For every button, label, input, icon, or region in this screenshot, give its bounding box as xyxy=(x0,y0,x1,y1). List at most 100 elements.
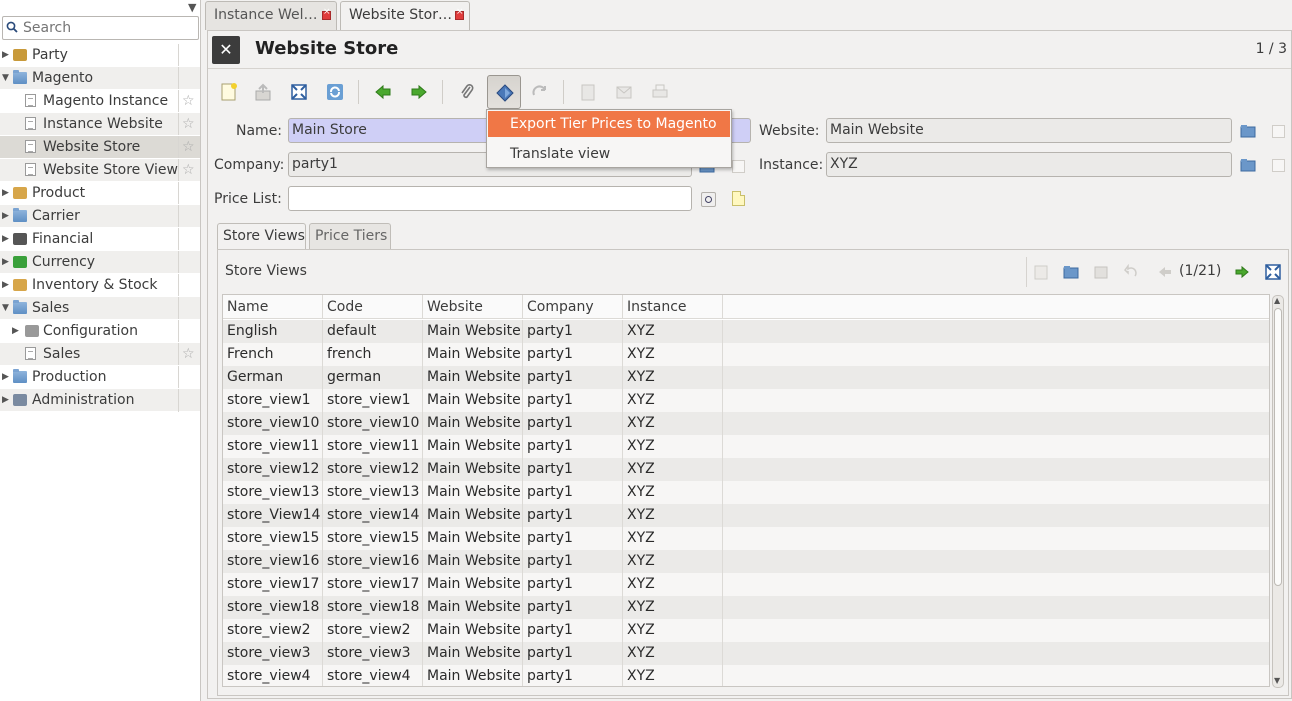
collapse-arrow-icon[interactable]: ▼ xyxy=(2,67,9,90)
search-icon[interactable] xyxy=(701,192,716,207)
attachment-button[interactable] xyxy=(450,75,484,109)
column-header-instance[interactable]: Instance xyxy=(623,295,723,319)
undo-icon[interactable] xyxy=(1123,264,1139,280)
previous-button[interactable] xyxy=(366,75,400,109)
open-folder-icon[interactable] xyxy=(1240,124,1256,138)
scrollbar-thumb[interactable] xyxy=(1274,308,1282,586)
table-row[interactable]: French french Main Website party1 XYZ xyxy=(223,343,1269,366)
translate-checkbox[interactable] xyxy=(1272,159,1285,172)
expand-arrow-icon[interactable]: ▶ xyxy=(12,320,19,343)
sidebar-item[interactable]: ▶ Product xyxy=(0,181,200,205)
table-row[interactable]: store_view4 store_view4 Main Website party1… xyxy=(223,665,1269,686)
scroll-up-icon[interactable]: ▲ xyxy=(1274,296,1280,305)
translate-checkbox[interactable] xyxy=(732,160,745,173)
open-folder-icon[interactable] xyxy=(1063,264,1079,280)
sidebar-item[interactable]: ▶ Financial xyxy=(0,227,200,251)
favorite-star-icon[interactable]: ☆ xyxy=(182,90,195,113)
price-list-field[interactable] xyxy=(288,186,692,211)
column-header-code[interactable]: Code xyxy=(323,295,423,319)
table-row[interactable]: store_view3 store_view3 Main Website party1… xyxy=(223,642,1269,665)
reload-button[interactable] xyxy=(318,75,352,109)
table-row[interactable]: German german Main Website party1 XYZ xyxy=(223,366,1269,389)
relate-button[interactable] xyxy=(523,75,557,109)
menu-item-export-tier-prices[interactable]: Export Tier Prices to Magento xyxy=(488,111,730,137)
sidebar-item[interactable]: Sales ☆ xyxy=(0,342,200,366)
cell-code: store_view11 xyxy=(323,435,423,458)
close-icon[interactable] xyxy=(322,7,331,20)
sidebar-item[interactable]: ▼ Sales xyxy=(0,296,200,320)
tab-price-tiers[interactable]: Price Tiers xyxy=(309,223,391,249)
expand-arrow-icon[interactable]: ▶ xyxy=(2,389,9,412)
arrow-left-icon[interactable] xyxy=(1157,264,1173,280)
sidebar-item[interactable]: ▶ Inventory & Stock xyxy=(0,273,200,297)
print-button[interactable] xyxy=(643,75,677,109)
close-icon[interactable] xyxy=(455,7,464,20)
switch-view-button[interactable] xyxy=(282,75,316,109)
table-row[interactable]: store_view10 store_view10 Main Website part… xyxy=(223,412,1269,435)
expand-arrow-icon[interactable]: ▶ xyxy=(2,274,9,297)
new-button[interactable] xyxy=(212,75,246,109)
instance-field[interactable]: XYZ xyxy=(826,152,1232,177)
column-header-name[interactable]: Name xyxy=(223,295,323,319)
table-row[interactable]: store_view11 store_view11 Main Website part… xyxy=(223,435,1269,458)
sidebar-item[interactable]: Website Store ☆ xyxy=(0,135,200,159)
cell-name: store_view18 xyxy=(223,596,323,619)
sidebar-item[interactable]: ▼ Magento xyxy=(0,66,200,90)
new-record-icon[interactable] xyxy=(1033,264,1049,280)
table-row[interactable]: store_view1 store_view1 Main Website party1… xyxy=(223,389,1269,412)
sidebar-item[interactable]: ▶ Party xyxy=(0,43,200,67)
favorite-star-icon[interactable]: ☆ xyxy=(182,159,195,182)
action-button[interactable] xyxy=(487,75,521,109)
sidebar-item[interactable]: ▶ Production xyxy=(0,365,200,389)
switch-view-icon[interactable] xyxy=(1265,264,1281,280)
tab-instance-website[interactable]: Instance Wel… xyxy=(205,1,337,30)
expand-arrow-icon[interactable]: ▶ xyxy=(2,205,9,228)
calculator-icon xyxy=(13,233,27,245)
expand-arrow-icon[interactable]: ▶ xyxy=(2,366,9,389)
save-button[interactable] xyxy=(246,75,280,109)
report-button[interactable] xyxy=(571,75,605,109)
column-header-company[interactable]: Company xyxy=(523,295,623,319)
sidebar-item[interactable]: ▶ Administration xyxy=(0,388,200,412)
table-row[interactable]: store_view17 store_view17 Main Website part… xyxy=(223,573,1269,596)
tab-website-store[interactable]: Website Stor… xyxy=(340,1,470,31)
table-row[interactable]: store_View14 store_view14 Main Website part… xyxy=(223,504,1269,527)
translate-checkbox[interactable] xyxy=(1272,125,1285,138)
scroll-down-icon[interactable]: ▼ xyxy=(1274,676,1280,685)
column-header-website[interactable]: Website xyxy=(423,295,523,319)
next-button[interactable] xyxy=(402,75,436,109)
sidebar-item[interactable]: ▶ Currency xyxy=(0,250,200,274)
expand-arrow-icon[interactable]: ▶ xyxy=(2,44,9,67)
tab-store-views[interactable]: Store Views xyxy=(217,223,306,250)
expand-arrow-icon[interactable]: ▶ xyxy=(2,182,9,205)
table-row[interactable]: store_view15 store_view15 Main Website part… xyxy=(223,527,1269,550)
open-folder-icon[interactable] xyxy=(1240,158,1256,172)
website-field[interactable]: Main Website xyxy=(826,118,1232,143)
table-row[interactable]: store_view12 store_view12 Main Website part… xyxy=(223,458,1269,481)
sidebar-item[interactable]: ▶ Carrier xyxy=(0,204,200,228)
sidebar-menu-arrow-icon[interactable]: ▼ xyxy=(188,1,196,14)
sidebar-item[interactable]: ▶ Configuration xyxy=(0,319,200,343)
search-input[interactable] xyxy=(23,19,193,37)
favorite-star-icon[interactable]: ☆ xyxy=(182,136,195,159)
expand-arrow-icon[interactable]: ▶ xyxy=(2,251,9,274)
table-row[interactable]: store_view13 store_view13 Main Website part… xyxy=(223,481,1269,504)
new-record-icon[interactable] xyxy=(732,191,745,206)
menu-item-translate-view[interactable]: Translate view xyxy=(488,141,730,167)
sidebar-item[interactable]: Magento Instance ☆ xyxy=(0,89,200,113)
delete-icon[interactable] xyxy=(1093,264,1109,280)
cell-company: party1 xyxy=(523,435,623,458)
table-row[interactable]: store_view2 store_view2 Main Website party1… xyxy=(223,619,1269,642)
email-button[interactable] xyxy=(607,75,641,109)
sidebar-item[interactable]: Instance Website ☆ xyxy=(0,112,200,136)
sidebar-item[interactable]: Website Store View ☆ xyxy=(0,158,200,182)
vertical-scrollbar[interactable]: ▲ ▼ xyxy=(1272,295,1284,688)
table-row[interactable]: English default Main Website party1 XYZ xyxy=(223,320,1269,343)
favorite-star-icon[interactable]: ☆ xyxy=(182,113,195,136)
expand-arrow-icon[interactable]: ▶ xyxy=(2,228,9,251)
table-row[interactable]: store_view18 store_view18 Main Website part… xyxy=(223,596,1269,619)
table-row[interactable]: store_view16 store_view16 Main Website part… xyxy=(223,550,1269,573)
collapse-arrow-icon[interactable]: ▼ xyxy=(2,297,9,320)
arrow-right-icon[interactable] xyxy=(1234,264,1250,280)
favorite-star-icon[interactable]: ☆ xyxy=(182,343,195,366)
